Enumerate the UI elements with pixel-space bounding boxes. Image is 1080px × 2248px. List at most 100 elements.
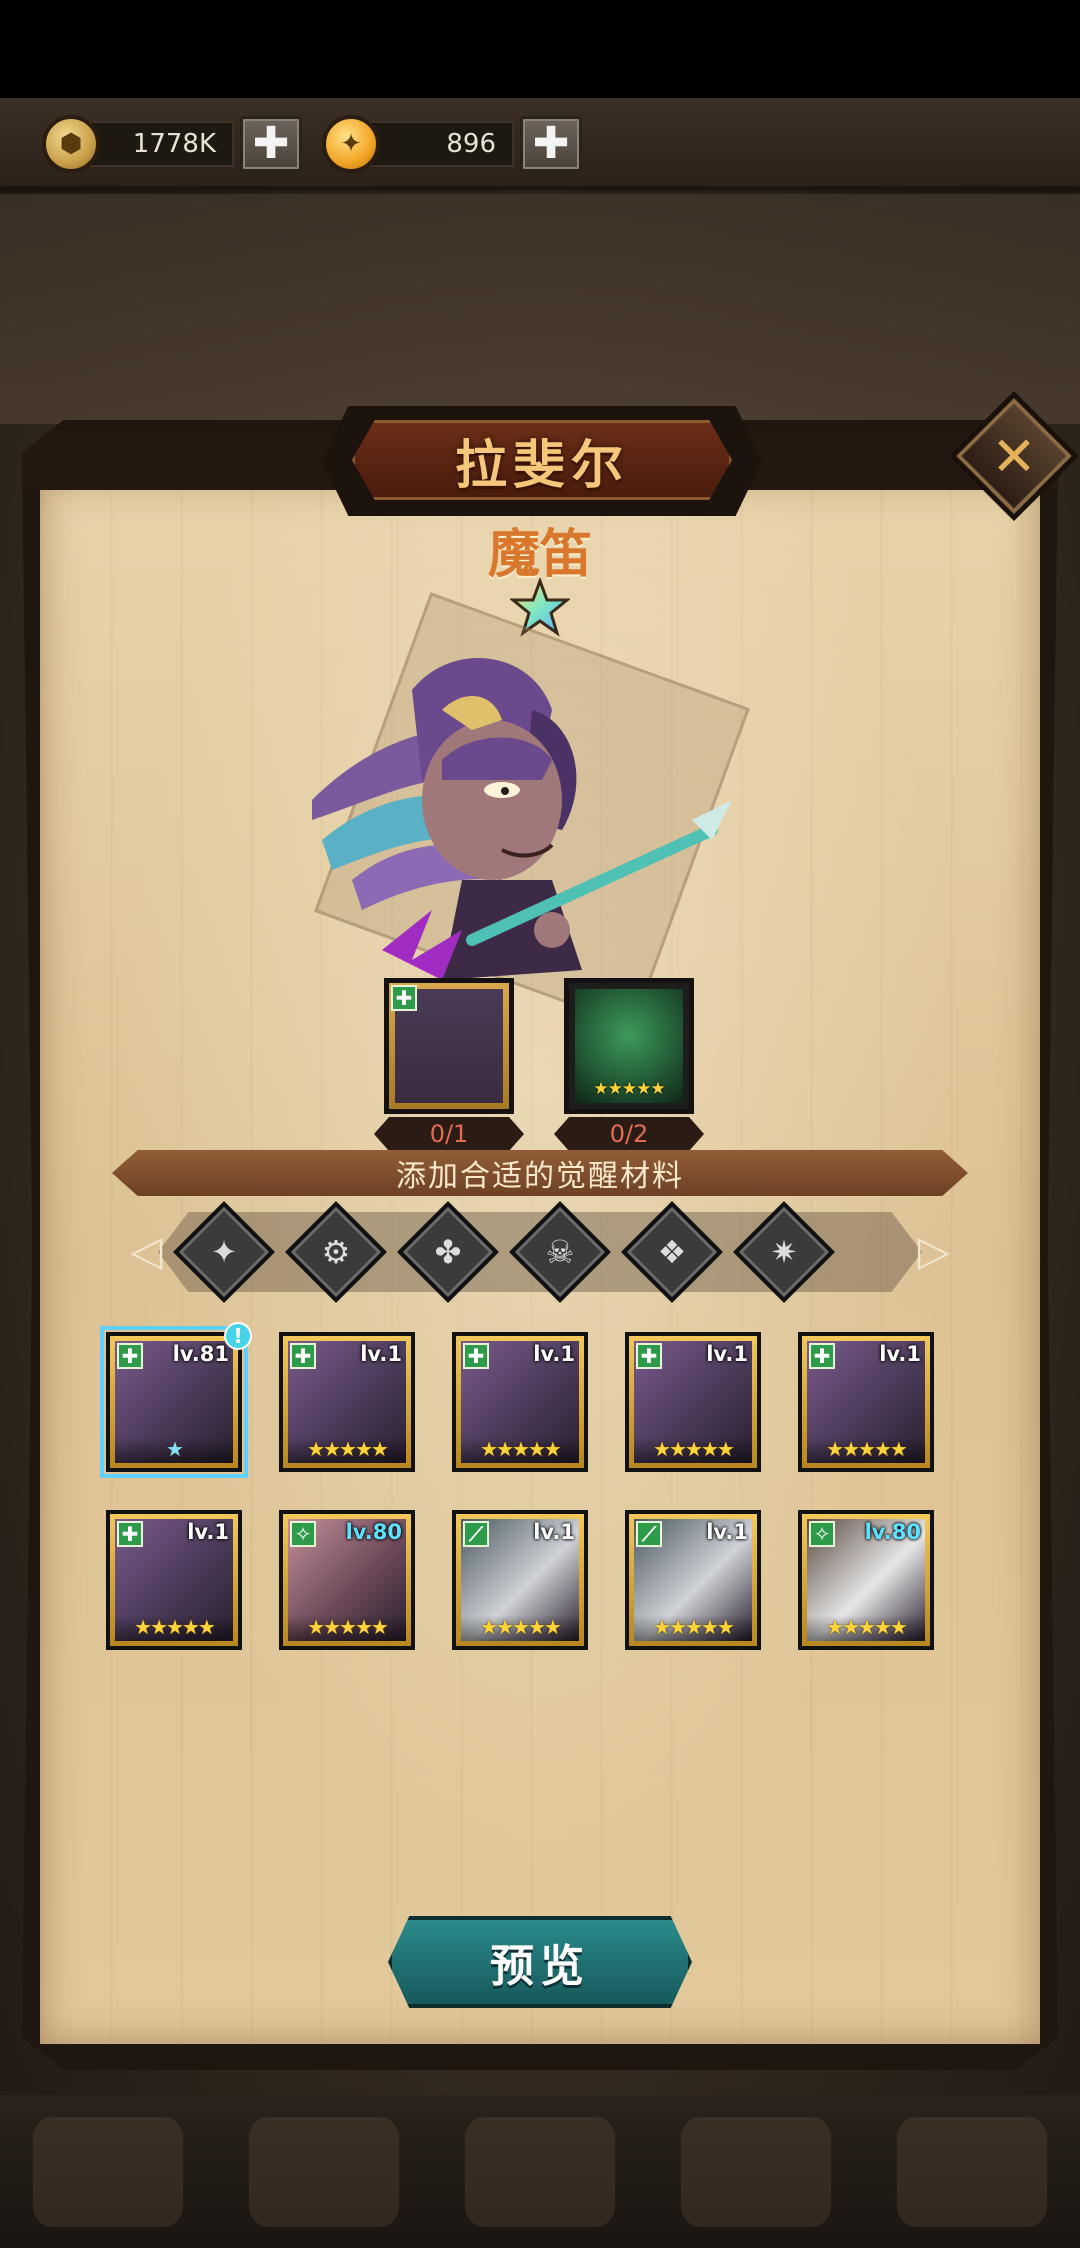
generic-material-slot[interactable]: ★★★★★ [564,978,694,1114]
hero-card-frame: ✚ lv.1 ★★★★★ [802,1336,930,1468]
hero-card[interactable]: ✧ lv.80 ★★★★★ [798,1510,934,1650]
filter-glyph: ✷ [770,1233,798,1271]
hero-stars: ★★★★★ [634,1615,752,1641]
screen: ⬢ 1778K ✚ ✦ 896 ✚ 拉斐尔 ✕ 魔笛 ✚ 0/1 ★★★★★ 0… [0,0,1080,2248]
hero-level: lv.1 [360,1342,402,1366]
nav-item [33,2116,183,2227]
filter-glyph: ⚙ [321,1233,351,1271]
gold-amount: 1778K [84,121,234,167]
hero-card[interactable]: ⟋ lv.1 ★★★★★ [452,1510,588,1650]
filter-glyph: ☠ [545,1233,575,1271]
filter-glyph: ❖ [657,1233,687,1271]
hero-card-portrait: ✚ lv.1 ★★★★★ [807,1341,925,1463]
hero-card-frame: ⟋ lv.1 ★★★★★ [456,1514,584,1646]
hero-card-frame: ✧ lv.80 ★★★★★ [283,1514,411,1646]
hero-card-frame: ✚ lv.1 ★★★★★ [629,1336,757,1468]
hero-type-icon: ✧ [290,1521,316,1547]
hero-card-frame: ✚ lv.1 ★★★★★ [456,1336,584,1468]
awaken-dialog: 拉斐尔 ✕ 魔笛 ✚ 0/1 ★★★★★ 0/2 添加合适的觉醒材料 ◁ ▷ ✦… [22,390,1080,2070]
plus-badge-icon: ✚ [391,985,417,1011]
hero-card-portrait: ✚ lv.81 ★ [115,1341,233,1463]
hero-level: lv.1 [879,1342,921,1366]
gold-coin-icon: ⬢ [42,115,100,173]
add-gem-button[interactable]: ✚ [520,116,582,172]
bottom-nav-blurred [0,2095,1080,2248]
generic-material-count: 0/2 [554,1117,704,1151]
hero-card-frame: ✚ lv.1 ★★★★★ [283,1336,411,1468]
preview-label: 预览 [490,1941,590,1992]
gem-amount: 896 [364,121,514,167]
hero-type-icon: ⟋ [463,1521,489,1547]
preview-button[interactable]: 预览 [388,1916,692,2008]
hero-card[interactable]: ⟋ lv.1 ★★★★★ [625,1510,761,1650]
hero-card[interactable]: ✧ lv.80 ★★★★★ [279,1510,415,1650]
hero-type-icon: ✚ [290,1343,316,1369]
hero-stars: ★★★★★ [634,1437,752,1463]
currency-bar: ⬢ 1778K ✚ ✦ 896 ✚ [0,98,1080,190]
hero-card[interactable]: ✚ lv.81 ★! [100,1322,252,1478]
filter-glyph: ✦ [210,1233,238,1271]
hero-type-icon: ✚ [463,1343,489,1369]
hero-card-portrait: ⟋ lv.1 ★★★★★ [461,1519,579,1641]
required-hero-portrait: ✚ [391,985,503,1103]
gem-currency: ✦ 896 ✚ [322,115,582,173]
close-icon: ✕ [991,424,1037,488]
crystal-coin-icon: ✦ [322,115,380,173]
hero-level: lv.80 [864,1520,921,1544]
hero-class: 魔笛 [487,524,592,585]
hero-portrait [312,657,732,980]
hero-card-frame: ⟋ lv.1 ★★★★★ [629,1514,757,1646]
hero-type-icon: ✚ [809,1343,835,1369]
hero-type-icon: ✧ [809,1521,835,1547]
filter-left-arrow-icon[interactable]: ◁ [130,1226,162,1275]
nav-item [681,2116,831,2227]
hero-type-icon: ⟋ [636,1521,662,1547]
alert-badge-icon: ! [224,1322,252,1350]
hero-card-portrait: ✚ lv.1 ★★★★★ [634,1341,752,1463]
filter-glyph: ✤ [434,1233,462,1271]
nav-item [465,2116,615,2227]
hero-stars: ★★★★★ [288,1437,406,1463]
hero-card-portrait: ✧ lv.80 ★★★★★ [288,1519,406,1641]
hero-card[interactable]: ✚ lv.1 ★★★★★ [798,1332,934,1472]
hero-card[interactable]: ✚ lv.1 ★★★★★ [106,1510,242,1650]
hero-card-portrait: ✚ lv.1 ★★★★★ [288,1341,406,1463]
hero-card-frame: ✧ lv.80 ★★★★★ [802,1514,930,1646]
material-banner-text: 添加合适的觉醒材料 [396,1159,684,1194]
hero-level: lv.80 [345,1520,402,1544]
hero-card[interactable]: ✚ lv.1 ★★★★★ [279,1332,415,1472]
hero-card-portrait: ✧ lv.80 ★★★★★ [807,1519,925,1641]
hero-level: lv.81 [172,1342,229,1366]
gold-currency: ⬢ 1778K ✚ [42,115,302,173]
hero-type-icon: ✚ [117,1343,143,1369]
hero-stars: ★★★★★ [115,1615,233,1641]
title-banner: 拉斐尔 [352,420,732,500]
hero-level: lv.1 [706,1342,748,1366]
required-hero-count: 0/1 [374,1117,524,1151]
hero-level: lv.1 [187,1520,229,1544]
hero-type-icon: ✚ [117,1521,143,1547]
hero-card-portrait: ⟋ lv.1 ★★★★★ [634,1519,752,1641]
hero-name: 拉斐尔 [454,434,629,496]
hero-card[interactable]: ✚ lv.1 ★★★★★ [452,1332,588,1472]
hero-stars: ★★★★★ [461,1615,579,1641]
generic-material-stars: ★★★★★ [593,1079,665,1099]
hero-level: lv.1 [533,1342,575,1366]
hero-stars: ★★★★★ [461,1437,579,1463]
add-gold-button[interactable]: ✚ [240,116,302,172]
hero-card[interactable]: ✚ lv.1 ★★★★★ [625,1332,761,1472]
hero-stars: ★★★★★ [807,1437,925,1463]
hero-level: lv.1 [706,1520,748,1544]
required-hero-slot[interactable]: ✚ [384,978,514,1114]
hero-card-frame: ✚ lv.1 ★★★★★ [110,1514,238,1646]
filter-right-arrow-icon[interactable]: ▷ [918,1226,950,1275]
status-bar [0,0,1080,98]
hero-card-portrait: ✚ lv.1 ★★★★★ [461,1341,579,1463]
hero-card-frame: ✚ lv.81 ★ [110,1336,238,1468]
hero-type-icon: ✚ [636,1343,662,1369]
faction-filter-row: ◁ ▷ ✦ ⚙ ✤ ☠ ❖ ✷ [128,1201,952,1303]
hero-card-portrait: ✚ lv.1 ★★★★★ [115,1519,233,1641]
background-scene [0,194,1080,424]
hero-stars: ★ [115,1437,233,1463]
nav-item [897,2116,1047,2227]
